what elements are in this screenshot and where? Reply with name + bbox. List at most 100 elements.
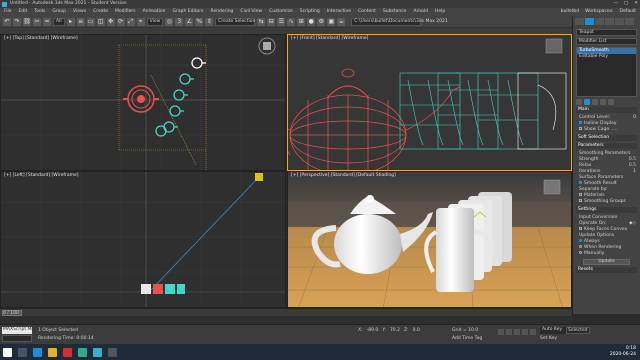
- spinner-snap-icon[interactable]: ⇕: [205, 17, 214, 26]
- selection-filter-select[interactable]: All: [53, 17, 65, 26]
- stack-item-editable-poly[interactable]: Editable Poly: [577, 54, 636, 60]
- make-unique-icon[interactable]: [592, 99, 598, 105]
- scale-icon[interactable]: ⤢: [126, 17, 135, 26]
- maxscript-listener-input[interactable]: MAXScript Mi: [2, 327, 33, 334]
- viewport-front-label[interactable]: [+] [Front] [Standard] [Wireframe]: [291, 36, 368, 42]
- show-cage-checkbox[interactable]: Show Cage......: [573, 127, 640, 133]
- minimize-button[interactable]: —: [613, 1, 618, 7]
- menu-help[interactable]: Help: [435, 9, 445, 15]
- menu-interactive[interactable]: Interactive: [327, 9, 351, 15]
- menu-tools[interactable]: Tools: [34, 9, 45, 15]
- menu-group[interactable]: Group: [52, 9, 66, 15]
- viewcube-icon[interactable]: [543, 179, 561, 195]
- file-explorer-icon[interactable]: [48, 347, 57, 357]
- x-coordinate[interactable]: -89.0: [367, 328, 379, 334]
- search-icon[interactable]: [18, 347, 27, 357]
- add-time-tag-button[interactable]: Add Time Tag: [452, 336, 482, 342]
- key-mode-select[interactable]: Selected: [566, 327, 590, 334]
- show-end-result-icon[interactable]: [584, 99, 590, 105]
- update-button[interactable]: Update: [583, 259, 630, 265]
- window-crossing-icon[interactable]: ◫: [96, 17, 105, 26]
- app-icon[interactable]: [108, 347, 117, 357]
- viewport-perspective-label[interactable]: [+] [Perspective] [Standard] [Default Sh…: [291, 173, 396, 179]
- start-icon[interactable]: [3, 347, 12, 357]
- rollout-soft-selection[interactable]: Soft Selection: [576, 135, 637, 141]
- percent-snap-icon[interactable]: %: [195, 17, 204, 26]
- render-icon[interactable]: ☕: [337, 17, 346, 26]
- reference-coordinate-select[interactable]: View: [146, 17, 164, 26]
- remove-modifier-icon[interactable]: [600, 99, 606, 105]
- configure-sets-icon[interactable]: [608, 99, 614, 105]
- curve-editor-icon[interactable]: ∿: [287, 17, 296, 26]
- undo-icon[interactable]: ↶: [3, 17, 11, 26]
- menu-modifiers[interactable]: Modifiers: [115, 9, 136, 15]
- mirror-icon[interactable]: ⇆: [257, 17, 266, 26]
- workspace-select[interactable]: Default: [620, 9, 636, 15]
- rollout-settings[interactable]: Settings: [576, 207, 637, 213]
- angle-snap-icon[interactable]: ∠: [185, 17, 194, 26]
- 3dsmax-taskbar-icon[interactable]: [93, 347, 102, 357]
- redo-icon[interactable]: ↷: [13, 17, 21, 26]
- menu-arnold[interactable]: Arnold: [413, 9, 428, 15]
- object-name-input[interactable]: Teapot: [576, 29, 637, 36]
- viewport-top[interactable]: [+] [Top] [Standard] [Wireframe]: [0, 34, 286, 171]
- move-icon[interactable]: ✥: [106, 17, 115, 26]
- select-object-icon[interactable]: ▸: [66, 17, 75, 26]
- layer-explorer-icon[interactable]: ☰: [277, 17, 286, 26]
- menu-file[interactable]: File: [4, 9, 12, 15]
- menu-scripting[interactable]: Scripting: [300, 9, 320, 15]
- play-icon[interactable]: [514, 329, 520, 335]
- pin-stack-icon[interactable]: [576, 99, 582, 105]
- time-slider[interactable]: 0 / 100: [0, 308, 572, 316]
- align-icon[interactable]: ⊟: [267, 17, 276, 26]
- link-icon[interactable]: ⛓: [23, 17, 31, 26]
- iterations-spinner[interactable]: 1: [633, 169, 636, 175]
- snaps-icon[interactable]: 3: [175, 17, 184, 26]
- go-to-start-icon[interactable]: [498, 329, 504, 335]
- hierarchy-tab-icon[interactable]: [595, 18, 604, 25]
- rotate-icon[interactable]: ⟳: [116, 17, 125, 26]
- rendered-frame-icon[interactable]: ▣: [327, 17, 336, 26]
- menu-customize[interactable]: Customize: [269, 9, 293, 15]
- rollout-resets[interactable]: Resets: [576, 267, 637, 273]
- previous-frame-icon[interactable]: [506, 329, 512, 335]
- manually-radio[interactable]: Manually: [573, 251, 640, 257]
- viewcube-icon[interactable]: [258, 37, 276, 55]
- smoothing-groups-checkbox[interactable]: Smoothing Groups: [573, 199, 640, 205]
- unlink-icon[interactable]: ✂: [33, 17, 41, 26]
- menu-substance[interactable]: Substance: [383, 9, 407, 15]
- viewcube-icon[interactable]: [545, 38, 563, 54]
- viewport-perspective[interactable]: [+] [Perspective] [Standard] [Default Sh…: [287, 171, 572, 308]
- viewport-top-label[interactable]: [+] [Top] [Standard] [Wireframe]: [4, 36, 78, 42]
- place-icon[interactable]: ⌖: [136, 17, 145, 26]
- app-icon[interactable]: [63, 347, 72, 357]
- set-key-button[interactable]: Set Key: [540, 336, 557, 342]
- rollout-main[interactable]: Main: [576, 107, 637, 113]
- viewport-left-label[interactable]: [+] [Left] [Standard] [Wireframe]: [4, 173, 79, 179]
- close-button[interactable]: ✕: [634, 1, 638, 7]
- viewcube-icon[interactable]: [255, 173, 263, 181]
- menu-create[interactable]: Create: [93, 9, 108, 15]
- render-setup-icon[interactable]: ⚙: [317, 17, 326, 26]
- viewport-left[interactable]: [+] [Left] [Standard] [Wireframe]: [0, 171, 286, 308]
- next-frame-icon[interactable]: [522, 329, 528, 335]
- edge-browser-icon[interactable]: [33, 347, 42, 357]
- go-to-end-icon[interactable]: [530, 329, 536, 335]
- material-editor-icon[interactable]: ●: [307, 17, 316, 26]
- menu-edit[interactable]: Edit: [19, 9, 28, 15]
- modify-tab-icon[interactable]: [585, 18, 594, 25]
- menu-rendering[interactable]: Rendering: [210, 9, 233, 15]
- track-bar[interactable]: [0, 316, 572, 331]
- maximize-button[interactable]: □: [624, 1, 628, 7]
- bind-space-warp-icon[interactable]: ≈: [43, 17, 51, 26]
- menu-animation[interactable]: Animation: [143, 9, 166, 15]
- user-account[interactable]: bulletbd: [561, 9, 579, 15]
- app-icon[interactable]: [78, 347, 87, 357]
- region-select-icon[interactable]: ▭: [86, 17, 95, 26]
- project-path-field[interactable]: C:\Users\bullet\Documents\3ds Max 2021: [351, 17, 448, 26]
- viewport-front[interactable]: [+] [Front] [Standard] [Wireframe]: [287, 34, 572, 171]
- pivot-icon[interactable]: ◎: [165, 17, 174, 26]
- z-coordinate[interactable]: 0.0: [413, 328, 420, 334]
- select-by-name-icon[interactable]: ≡: [76, 17, 85, 26]
- menu-views[interactable]: Views: [73, 9, 86, 15]
